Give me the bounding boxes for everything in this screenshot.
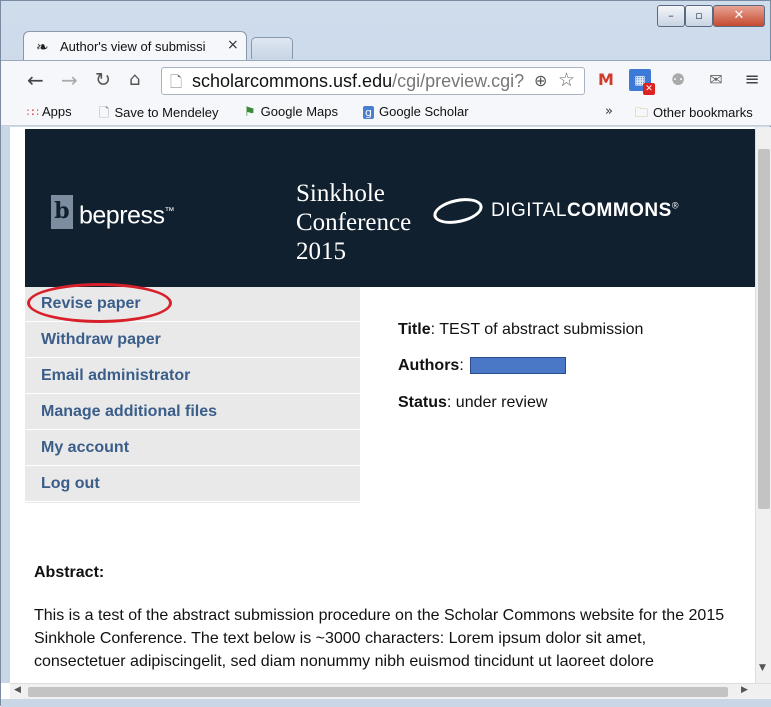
back-arrow-icon[interactable]: ←	[27, 69, 44, 91]
apps-grid-icon: ∷∷	[27, 106, 39, 119]
bepress-wordmark: bepress™	[79, 201, 174, 230]
manage-additional-files-link[interactable]: Manage additional files	[25, 395, 360, 430]
tab-close-icon[interactable]: ×	[227, 37, 239, 53]
bookmark-apps[interactable]: ∷∷ Apps	[27, 104, 72, 119]
bookmark-google-scholar[interactable]: g Google Scholar	[363, 104, 469, 119]
email-administrator-link[interactable]: Email administrator	[25, 359, 360, 394]
tab-title: Author's view of submissi	[60, 39, 206, 54]
window-frame-left	[1, 127, 10, 683]
author-name-redacted	[469, 357, 566, 375]
maximize-button[interactable]: ▫	[685, 5, 713, 27]
url-host: scholarcommons.usf.edu	[192, 71, 393, 91]
reload-icon[interactable]: ↻	[95, 69, 111, 91]
conference-title-line: Conference	[296, 209, 412, 236]
bepress-favicon-icon: ❧	[36, 38, 49, 56]
digital-commons-swoosh-icon	[431, 194, 485, 228]
my-account-link[interactable]: My account	[25, 431, 360, 466]
bookmark-label: Google Scholar	[378, 104, 469, 119]
gmail-extension-icon[interactable]: M	[595, 69, 617, 91]
page-icon: 🗋	[99, 106, 110, 121]
address-bar[interactable]: 🗋 scholarcommons.usf.edu/cgi/preview.cgi…	[161, 67, 585, 95]
bookmarks-bar: ∷∷ Apps 🗋 Save to Mendeley ⚑ Google Maps gG…	[1, 100, 771, 126]
page-icon: 🗋	[170, 73, 183, 91]
new-tab-button[interactable]	[251, 37, 293, 59]
url-path: /cgi/preview.cgi?	[392, 71, 525, 91]
url-text[interactable]: scholarcommons.usf.edu/cgi/preview.cgi?	[192, 71, 532, 92]
scholar-icon: g	[363, 106, 374, 119]
vertical-scroll-thumb[interactable]	[758, 149, 770, 509]
revise-paper-link[interactable]: Revise paper	[25, 287, 360, 322]
log-out-link[interactable]: Log out	[25, 467, 360, 502]
calendar-extension-icon[interactable]: ▦ ✕	[629, 69, 655, 95]
scroll-left-arrow-icon[interactable]: ◀	[14, 685, 21, 695]
pin-extension-icon[interactable]: ⚉	[667, 69, 689, 91]
bookmark-label: Apps	[42, 104, 72, 119]
digital-commons-wordmark: DIGITALCOMMONS®	[491, 200, 679, 221]
page-viewport: b bepress™ Sinkhole Conference 2015 DIGI…	[1, 127, 771, 707]
submission-title: Title: TEST of abstract submission	[398, 321, 644, 338]
bepress-mark-icon: b	[51, 195, 73, 229]
horizontal-scroll-thumb[interactable]	[28, 687, 728, 697]
browser-window: ❧ Author's view of submissi × – ▫ ✕ ← → …	[0, 0, 771, 707]
vertical-scrollbar[interactable]: ▼	[755, 127, 771, 683]
scroll-down-arrow-icon[interactable]: ▼	[759, 663, 766, 673]
folder-icon: 🗀	[635, 106, 649, 121]
minimize-button[interactable]: –	[657, 5, 685, 27]
conference-title[interactable]: Sinkhole Conference 2015	[296, 179, 436, 266]
tab-strip: ❧ Author's view of submissi × – ▫ ✕	[1, 1, 771, 61]
site-banner: b bepress™ Sinkhole Conference 2015 DIGI…	[25, 129, 755, 287]
maps-icon: ⚑	[244, 105, 256, 120]
bookmark-star-icon[interactable]: ☆	[558, 69, 575, 91]
chrome-menu-icon[interactable]: ≡	[741, 69, 763, 91]
bookmark-google-maps[interactable]: ⚑ Google Maps	[244, 104, 338, 120]
forward-arrow-icon[interactable]: →	[61, 69, 78, 91]
mail-checker-extension-icon[interactable]: ✉	[705, 69, 727, 91]
bookmarks-overflow-button[interactable]: »	[605, 104, 613, 119]
conference-title-line: 2015	[296, 238, 346, 265]
submission-authors: Authors:	[398, 357, 566, 375]
withdraw-paper-link[interactable]: Withdraw paper	[25, 323, 360, 358]
scroll-right-arrow-icon[interactable]: ▶	[741, 685, 748, 695]
author-actions-menu: Revise paper Withdraw paper Email admini…	[25, 287, 360, 503]
horizontal-scrollbar[interactable]: ◀ ▶	[10, 683, 771, 699]
abstract-text: This is a test of the abstract submissio…	[34, 607, 725, 670]
window-controls: – ▫ ✕	[657, 5, 769, 27]
conference-title-line: Sinkhole	[296, 180, 385, 207]
calendar-badge-icon: ✕	[643, 83, 655, 95]
bookmark-label: Google Maps	[260, 104, 338, 119]
bookmark-label: Other bookmarks	[653, 105, 753, 120]
zoom-icon[interactable]: ⊕	[534, 71, 547, 90]
bookmark-mendeley[interactable]: 🗋 Save to Mendeley	[99, 104, 219, 126]
home-icon[interactable]: ⌂	[129, 69, 140, 91]
abstract-heading: Abstract:	[34, 564, 105, 581]
bookmark-label: Save to Mendeley	[114, 105, 219, 120]
submission-status: Status: under review	[398, 394, 548, 411]
browser-toolbar: ← → ↻ ⌂ 🗋 scholarcommons.usf.edu/cgi/pre…	[1, 60, 771, 100]
close-window-button[interactable]: ✕	[713, 5, 765, 27]
tab-active[interactable]: ❧ Author's view of submissi ×	[23, 31, 247, 60]
other-bookmarks-folder[interactable]: 🗀 Other bookmarks	[635, 104, 753, 126]
